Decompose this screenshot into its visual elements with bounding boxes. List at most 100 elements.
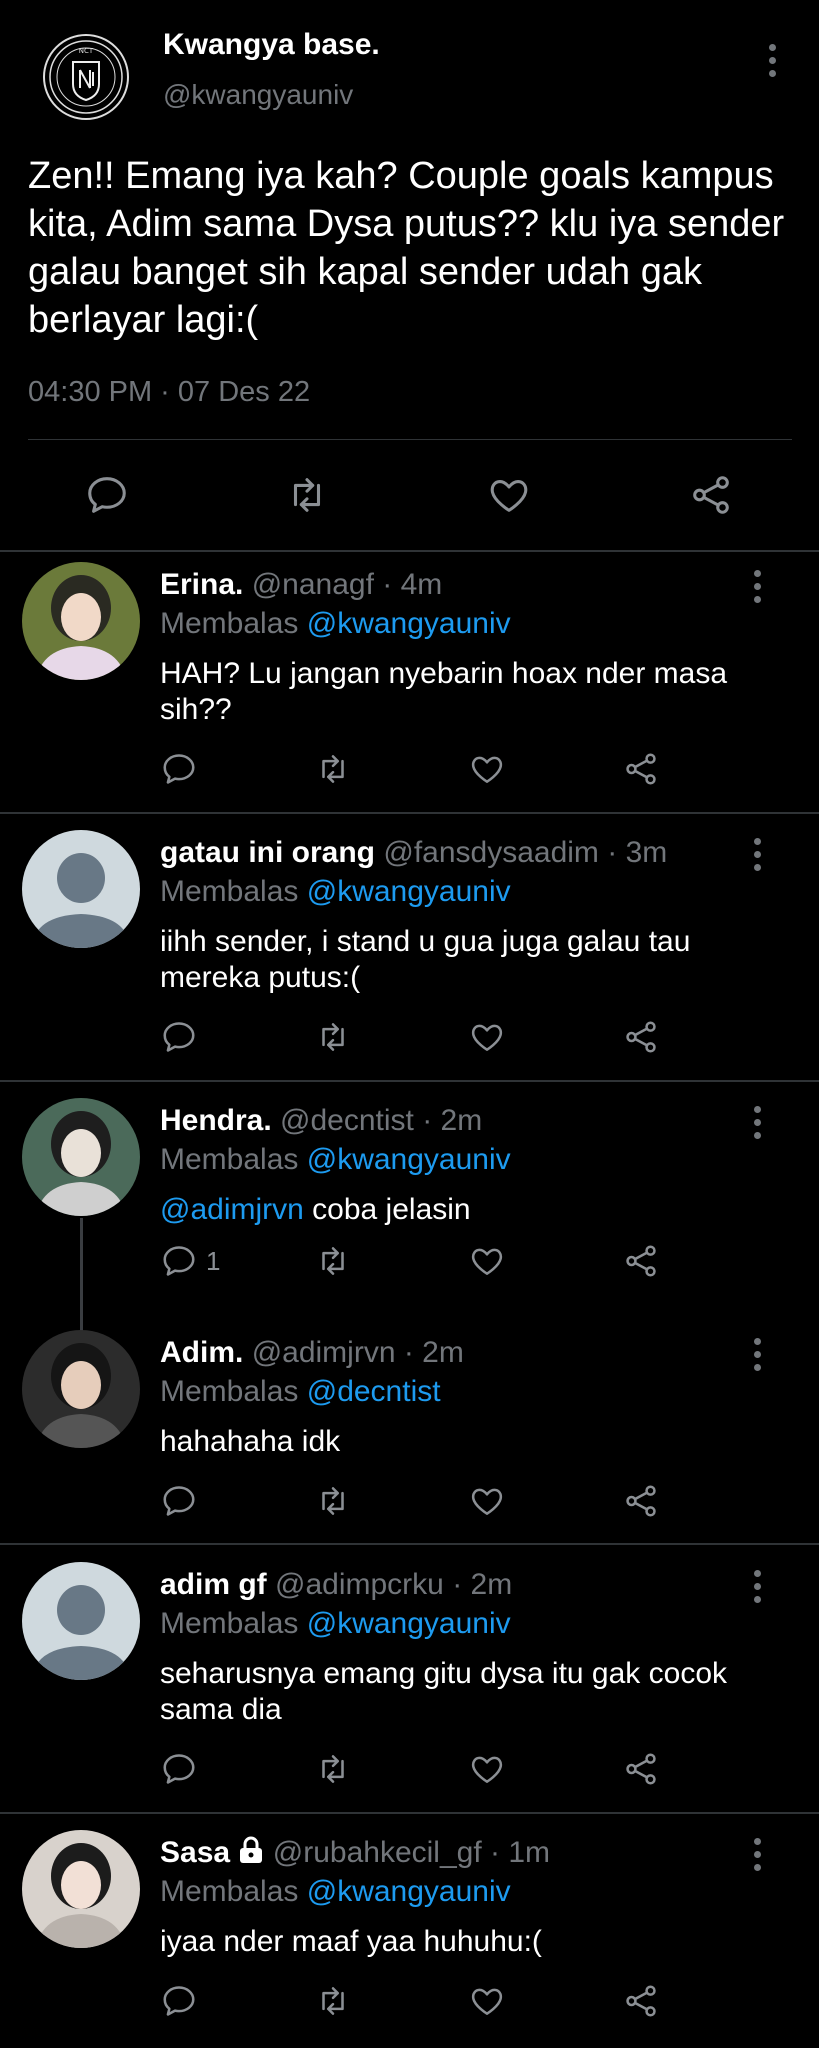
like-icon[interactable] xyxy=(468,750,506,788)
reply-text: @adimjrvn coba jelasin xyxy=(160,1193,471,1226)
like-icon[interactable] xyxy=(486,472,532,518)
replying-label: Membalas xyxy=(160,875,299,908)
like-icon[interactable] xyxy=(468,1982,506,2020)
reply-tweet[interactable]: gatau ini orang @fansdysaadim · 3m Membal… xyxy=(0,828,819,1080)
replying-to: Membalas @decntist xyxy=(160,1375,441,1409)
reply-action-bar xyxy=(160,1750,700,1790)
reply-author-name[interactable]: Sasa xyxy=(160,1836,230,1869)
more-options-icon[interactable] xyxy=(745,1838,769,1871)
more-options-icon[interactable] xyxy=(745,570,769,603)
reply-text: hahahaha idk xyxy=(160,1425,341,1458)
reply-icon[interactable] xyxy=(160,750,198,788)
share-icon[interactable] xyxy=(688,472,734,518)
more-options-icon[interactable] xyxy=(760,44,784,77)
reply-action-bar xyxy=(160,750,700,790)
share-icon[interactable] xyxy=(622,1750,660,1788)
replying-to: Membalas @kwangyauniv xyxy=(160,607,511,641)
reply-handle-time[interactable]: @rubahkecil_gf · 1m xyxy=(273,1836,550,1869)
reply-count: 1 xyxy=(206,1246,221,1276)
replying-label: Membalas xyxy=(160,1875,299,1908)
reply-action-bar: 1 xyxy=(160,1242,700,1282)
replying-to-link[interactable]: @decntist xyxy=(307,1375,441,1408)
reply-avatar[interactable] xyxy=(22,1830,140,1948)
account-logo-avatar[interactable]: NCT xyxy=(43,34,129,120)
share-icon[interactable] xyxy=(622,1242,660,1280)
divider xyxy=(0,1543,819,1545)
reply-handle-time[interactable]: @nanagf · 4m xyxy=(252,568,443,601)
retweet-icon[interactable] xyxy=(314,1242,352,1280)
share-icon[interactable] xyxy=(622,1982,660,2020)
reply-text: seharusnya emang gitu dysa itu gak cocok… xyxy=(160,1657,727,1726)
replying-to-link[interactable]: @kwangyauniv xyxy=(307,875,511,908)
author-handle[interactable]: @kwangyauniv xyxy=(163,79,353,111)
reply-author-name[interactable]: Adim. xyxy=(160,1336,243,1369)
reply-icon[interactable] xyxy=(160,1242,198,1280)
like-icon[interactable] xyxy=(468,1482,506,1520)
reply-author-name[interactable]: adim gf xyxy=(160,1568,267,1601)
retweet-icon[interactable] xyxy=(314,750,352,788)
divider xyxy=(28,439,792,440)
reply-tweet[interactable]: adim gf @adimpcrku · 2m Membalas @kwangya… xyxy=(0,1560,819,1812)
replying-to: Membalas @kwangyauniv xyxy=(160,1607,511,1641)
more-options-icon[interactable] xyxy=(745,1106,769,1139)
reply-author-name[interactable]: Erina. xyxy=(160,568,243,601)
reply-handle-time[interactable]: @decntist · 2m xyxy=(280,1104,482,1137)
retweet-icon[interactable] xyxy=(314,1018,352,1056)
share-icon[interactable] xyxy=(622,750,660,788)
replying-to-link[interactable]: @kwangyauniv xyxy=(307,1875,511,1908)
retweet-icon[interactable] xyxy=(314,1982,352,2020)
reply-author-name[interactable]: gatau ini orang xyxy=(160,836,375,869)
like-icon[interactable] xyxy=(468,1242,506,1280)
reply-text: iihh sender, i stand u gua juga galau ta… xyxy=(160,925,691,994)
reply-action-bar xyxy=(160,1482,700,1522)
replying-to: Membalas @kwangyauniv xyxy=(160,875,511,909)
retweet-icon[interactable] xyxy=(284,472,330,518)
replying-to-link[interactable]: @kwangyauniv xyxy=(307,607,511,640)
like-icon[interactable] xyxy=(468,1018,506,1056)
reply-text: HAH? Lu jangan nyebarin hoax nder masa s… xyxy=(160,657,728,726)
reply-avatar[interactable] xyxy=(22,1098,140,1216)
reply-icon[interactable] xyxy=(160,1982,198,2020)
reply-tweet[interactable]: Sasa @rubahkecil_gf · 1m Membalas @kwangy… xyxy=(0,1828,819,2048)
share-icon[interactable] xyxy=(622,1482,660,1520)
reply-text: iyaa nder maaf yaa huhuhu:( xyxy=(160,1925,542,1958)
svg-text:NCT: NCT xyxy=(79,47,94,55)
reply-tweet[interactable]: Adim. @adimjrvn · 2m Membalas @decntist ha… xyxy=(0,1328,819,1543)
replying-to: Membalas @kwangyauniv xyxy=(160,1143,511,1177)
replying-label: Membalas xyxy=(160,1607,299,1640)
share-icon[interactable] xyxy=(622,1018,660,1056)
tweet-timestamp: 04:30 PM · 07 Des 22 xyxy=(28,376,311,408)
reply-action-bar xyxy=(160,1018,700,1058)
mention-link[interactable]: @adimjrvn xyxy=(160,1193,304,1226)
replying-to-link[interactable]: @kwangyauniv xyxy=(307,1607,511,1640)
retweet-icon[interactable] xyxy=(314,1482,352,1520)
more-options-icon[interactable] xyxy=(745,838,769,871)
reply-icon[interactable] xyxy=(84,472,130,518)
reply-icon[interactable] xyxy=(160,1018,198,1056)
retweet-icon[interactable] xyxy=(314,1750,352,1788)
reply-author-name[interactable]: Hendra. xyxy=(160,1104,272,1137)
nct-logo-icon: NCT xyxy=(49,40,123,114)
replying-label: Membalas xyxy=(160,607,299,640)
reply-avatar[interactable] xyxy=(22,830,140,948)
reply-avatar[interactable] xyxy=(22,1330,140,1448)
divider xyxy=(0,550,819,552)
lock-icon xyxy=(238,1836,264,1872)
replying-to-link[interactable]: @kwangyauniv xyxy=(307,1143,511,1176)
divider xyxy=(0,812,819,814)
replying-label: Membalas xyxy=(160,1375,299,1408)
author-name[interactable]: Kwangya base. xyxy=(163,28,380,62)
more-options-icon[interactable] xyxy=(745,1338,769,1371)
reply-avatar[interactable] xyxy=(22,1562,140,1680)
like-icon[interactable] xyxy=(468,1750,506,1788)
reply-handle-time[interactable]: @adimpcrku · 2m xyxy=(275,1568,512,1601)
reply-tweet[interactable]: Erina. @nanagf · 4m Membalas @kwangyauniv… xyxy=(0,560,819,812)
reply-icon[interactable] xyxy=(160,1482,198,1520)
reply-action-bar xyxy=(160,1982,700,2022)
reply-handle-time[interactable]: @adimjrvn · 2m xyxy=(252,1336,464,1369)
reply-avatar[interactable] xyxy=(22,562,140,680)
reply-tweet[interactable]: Hendra. @decntist · 2m Membalas @kwangyau… xyxy=(0,1096,819,1328)
reply-icon[interactable] xyxy=(160,1750,198,1788)
more-options-icon[interactable] xyxy=(745,1570,769,1603)
reply-handle-time[interactable]: @fansdysaadim · 3m xyxy=(383,836,667,869)
